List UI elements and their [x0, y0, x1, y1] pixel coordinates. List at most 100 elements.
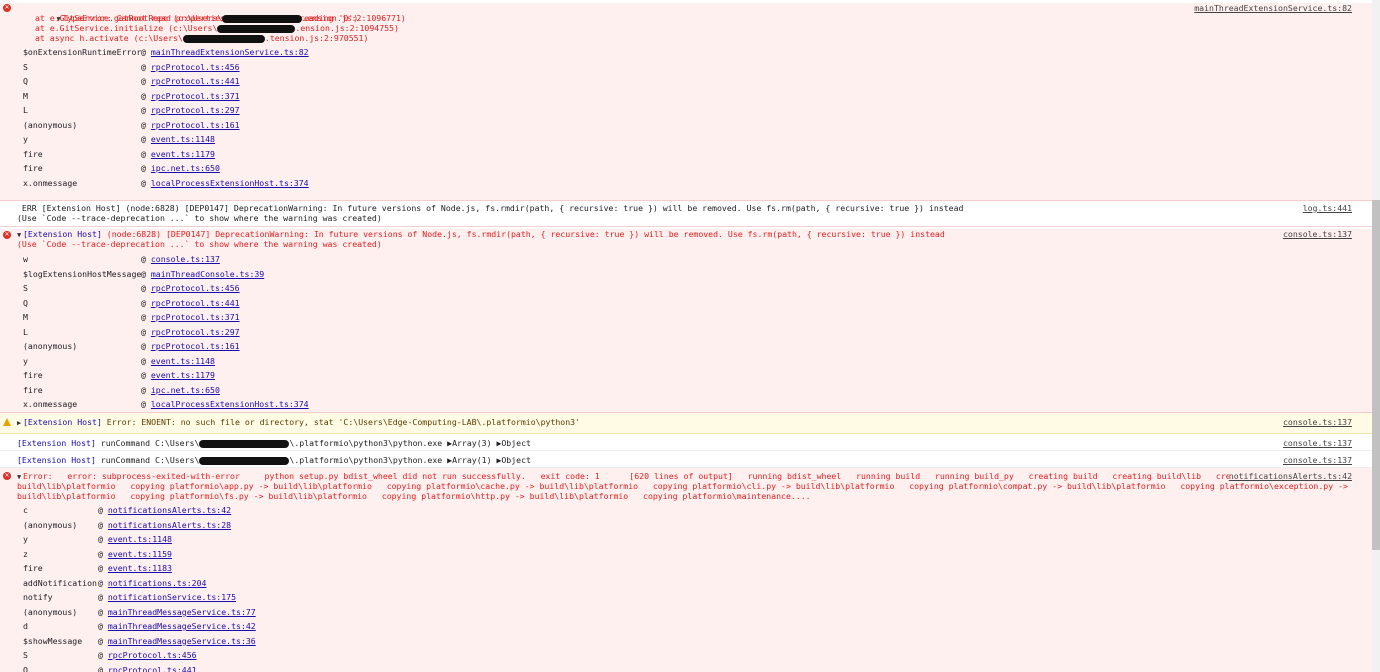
stack-frame-link[interactable]: mainThreadConsole.ts:39 [151, 269, 264, 279]
stack-frame-function: fire [23, 563, 43, 573]
redaction-mark [199, 439, 290, 448]
stack-frame-link[interactable]: rpcProtocol.ts:441 [108, 665, 197, 672]
stack-frame-location: @ mainThreadMessageService.ts:77 [98, 606, 256, 617]
stack-frame-link[interactable]: ipc.net.ts:650 [151, 385, 220, 395]
stack-frame-link[interactable]: mainThreadMessageService.ts:77 [108, 607, 256, 617]
stack-frame-location: @ ipc.net.ts:650 [141, 384, 220, 395]
stack-frame-location: @ rpcProtocol.ts:441 [141, 76, 240, 86]
stack-frame-location: @ notificationsAlerts.ts:28 [98, 519, 232, 530]
console-error-entry: ✕ ▼ [Extension Host] (node:6828) [DEP0147… [0, 229, 1372, 413]
stack-frame: d @ mainThreadMessageService.ts:42 [0, 619, 1372, 634]
stack-line: at async h.activate (c:\Users\ [35, 33, 183, 43]
stack-frame-location: @ mainThreadConsole.ts:39 [141, 268, 265, 279]
source-link[interactable]: console.ts:137 [1283, 438, 1352, 448]
source-link[interactable]: log.ts:441 [1303, 203, 1352, 213]
array-toggle[interactable]: ▶Array(1) [447, 455, 491, 465]
stack-frame-function: $showMessage [23, 635, 83, 646]
stack-frame-link[interactable]: event.ts:1179 [151, 370, 215, 380]
stack-frame-link[interactable]: event.ts:1183 [108, 563, 172, 573]
stack-frame-link[interactable]: localProcessExtensionHost.ts:374 [151, 178, 309, 188]
log-text: \.platformio\python3\python.exe [289, 455, 448, 465]
stack-frame-link[interactable]: mainThreadExtensionService.ts:82 [151, 47, 309, 57]
stack-frame-location: @ rpcProtocol.ts:456 [98, 650, 197, 660]
log-text: runCommand C:\Users\ [95, 455, 200, 465]
error-message-line3: build\lib\platformio copying platformio\… [17, 491, 811, 501]
stack-frame-link[interactable]: rpcProtocol.ts:456 [151, 62, 240, 72]
stack-frame-location: @ rpcProtocol.ts:161 [141, 341, 240, 351]
log-message-line2: (Use `Code --trace-deprecation ...` to s… [17, 213, 382, 223]
stack-frame-function: x.onmessage [23, 177, 78, 188]
source-link[interactable]: notificationsAlerts.ts:42 [1228, 471, 1352, 481]
stack-frame-link[interactable]: rpcProtocol.ts:161 [151, 120, 240, 130]
stack-frame: x.onmessage @ localProcessExtensionHost.t… [0, 397, 1372, 412]
extension-host-prefix: [Extension Host] [17, 438, 96, 448]
stack-frame-link[interactable]: mainThreadMessageService.ts:42 [108, 621, 256, 631]
stack-frame-function: d [23, 621, 28, 631]
stack-frame: w @ console.ts:137 [0, 252, 1372, 267]
stack-frame-link[interactable]: event.ts:1148 [108, 534, 172, 544]
stack-frame-link[interactable]: notificationsAlerts.ts:42 [108, 505, 231, 515]
stack-frame-function: (anonymous) [23, 606, 78, 617]
stack-frame-location: @ event.ts:1183 [98, 563, 172, 573]
stack-frame-link[interactable]: rpcProtocol.ts:441 [151, 76, 240, 86]
stack-frame-link[interactable]: rpcProtocol.ts:371 [151, 91, 240, 101]
stack-frame: Q @ rpcProtocol.ts:441 [0, 663, 1372, 672]
stack-frame-link[interactable]: event.ts:1179 [151, 149, 215, 159]
stack-frame-function: (anonymous) [23, 519, 78, 530]
source-link[interactable]: mainThreadExtensionService.ts:82 [1194, 3, 1352, 13]
stack-frame: Q @ rpcProtocol.ts:441 [0, 296, 1372, 311]
stack-frame-link[interactable]: event.ts:1148 [151, 356, 215, 366]
source-link[interactable]: console.ts:137 [1283, 455, 1352, 465]
stack-frame-location: @ localProcessExtensionHost.ts:374 [141, 177, 309, 188]
stack-frame-link[interactable]: localProcessExtensionHost.ts:374 [151, 399, 309, 409]
stack-frame: (anonymous) @ mainThreadMessageService.ts… [0, 605, 1372, 620]
stack-frame: y @ event.ts:1148 [0, 354, 1372, 369]
stack-frame-location: @ rpcProtocol.ts:441 [141, 297, 240, 308]
stack-frame: M @ rpcProtocol.ts:371 [0, 89, 1372, 104]
stack-frame-link[interactable]: rpcProtocol.ts:297 [151, 327, 240, 337]
stack-frame: fire @ ipc.net.ts:650 [0, 383, 1372, 398]
stack-frame-link[interactable]: notifications.ts:204 [108, 578, 207, 588]
console-log-entry: [Extension Host] runCommand C:\Users\ \.p… [0, 434, 1372, 451]
stack-line-tail: .ension.js:2:1094755) [295, 23, 399, 33]
stack-frame-link[interactable]: ipc.net.ts:650 [151, 163, 220, 173]
stack-frame-location: @ rpcProtocol.ts:297 [141, 326, 240, 337]
object-toggle[interactable]: ▶Object [496, 455, 531, 465]
stack-frame-function: fire [23, 384, 43, 395]
stack-frame: (anonymous) @ notificationsAlerts.ts:28 [0, 518, 1372, 533]
array-toggle[interactable]: ▶Array(3) [447, 438, 491, 448]
source-link[interactable]: console.ts:137 [1283, 417, 1352, 427]
stack-frame-location: @ mainThreadExtensionService.ts:82 [141, 47, 309, 57]
stack-frame: L @ rpcProtocol.ts:297 [0, 325, 1372, 340]
stack-frame-function: (anonymous) [23, 341, 78, 351]
console-scrollbar[interactable] [1372, 0, 1380, 672]
stack-frame-link[interactable]: rpcProtocol.ts:441 [151, 298, 240, 308]
stack-frame-function: S [23, 283, 28, 293]
stack-frame-link[interactable]: rpcProtocol.ts:161 [151, 341, 240, 351]
stack-frame-link[interactable]: mainThreadMessageService.ts:36 [108, 636, 256, 646]
scrollbar-thumb[interactable] [1372, 200, 1380, 550]
extension-host-prefix: [Extension Host] [23, 229, 102, 239]
stack-frame-location: @ ipc.net.ts:650 [141, 163, 220, 173]
stack-frame-link[interactable]: event.ts:1159 [108, 549, 172, 559]
redaction-mark [199, 456, 290, 465]
object-toggle[interactable]: ▶Object [496, 438, 531, 448]
stack-frame-function: L [23, 105, 28, 115]
source-link[interactable]: console.ts:137 [1283, 229, 1352, 239]
stack-frame-link[interactable]: rpcProtocol.ts:456 [151, 283, 240, 293]
stack-frame-function: c [23, 505, 28, 515]
stack-frame-link[interactable]: console.ts:137 [151, 254, 220, 264]
stack-frame-link[interactable]: rpcProtocol.ts:456 [108, 650, 197, 660]
stack-frame: M @ rpcProtocol.ts:371 [0, 310, 1372, 325]
stack-frame-function: M [23, 90, 28, 101]
stack-frame-location: @ localProcessExtensionHost.ts:374 [141, 399, 309, 409]
stack-frame-link[interactable]: rpcProtocol.ts:371 [151, 312, 240, 322]
stack-frame-function: y [23, 355, 28, 366]
stack-frame-link[interactable]: event.ts:1148 [151, 134, 215, 144]
stack-frame-function: fire [23, 148, 43, 159]
stack-frame-link[interactable]: rpcProtocol.ts:297 [151, 105, 240, 115]
stack-frame-link[interactable]: notificationsAlerts.ts:28 [108, 520, 231, 530]
console-error-entry: ✕ ▼ TypeError: Cannot read properties of … [0, 3, 1372, 201]
console-log-entry: ERR [Extension Host] (node:6828) [DEP014… [0, 201, 1372, 227]
stack-frame-link[interactable]: notificationService.ts:175 [108, 592, 236, 602]
